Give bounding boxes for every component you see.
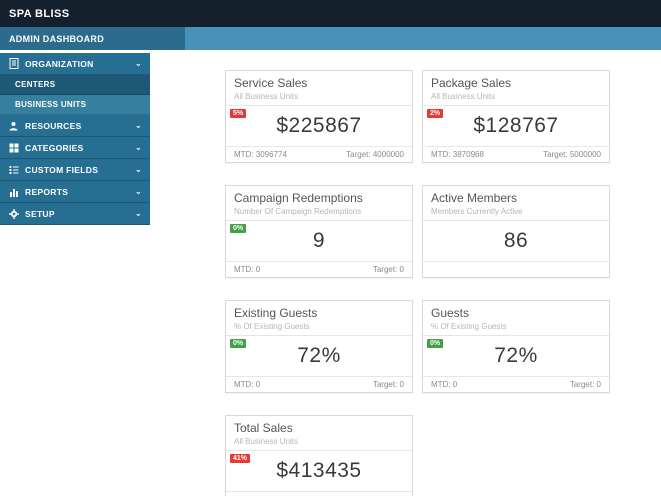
- trend-badge: 0%: [230, 339, 247, 348]
- kpi-card-campaign-redemptions: Campaign Redemptions Number Of Campaign …: [225, 185, 413, 278]
- card-value: 86: [503, 229, 529, 252]
- sidebar-item-label: REPORTS: [25, 186, 69, 197]
- kpi-card-package-sales: Package Sales All Business Units 2% $128…: [422, 70, 610, 163]
- card-value: $225867: [276, 114, 362, 137]
- card-mtd: MTD: 0: [234, 265, 261, 274]
- sidebar-nav: ORGANIZATION ⌄ CENTERS BUSINESS UNITS RE…: [0, 53, 150, 225]
- bar-chart-icon: [8, 186, 19, 197]
- list-icon: [8, 164, 19, 175]
- card-subtitle: All Business Units: [234, 92, 299, 101]
- sidebar-item-label: ORGANIZATION: [25, 58, 94, 69]
- grid-icon: [8, 142, 19, 153]
- trend-badge: 5%: [230, 109, 247, 118]
- card-title: Package Sales: [431, 76, 512, 90]
- card-subtitle: % Of Existing Guests: [431, 322, 507, 331]
- sidebar-item-setup[interactable]: SETUP ⌄: [0, 203, 150, 225]
- card-mtd: MTD: 0: [431, 380, 458, 389]
- card-subtitle: Number Of Campaign Redemptions: [234, 207, 362, 216]
- trend-badge: 2%: [427, 109, 444, 118]
- trend-badge: 0%: [230, 224, 247, 233]
- card-title: Total Sales: [234, 421, 293, 435]
- header-band-fill: [185, 27, 661, 50]
- card-title: Campaign Redemptions: [234, 191, 363, 205]
- chevron-down-icon: ⌄: [134, 165, 142, 174]
- sidebar-item-label: SETUP: [25, 208, 55, 219]
- sidebar-item-resources[interactable]: RESOURCES ⌄: [0, 115, 150, 137]
- gear-icon: [8, 208, 19, 219]
- card-subtitle: All Business Units: [431, 92, 496, 101]
- sidebar-subitem-centers[interactable]: CENTERS: [0, 75, 150, 95]
- kpi-card-guests: Guests % Of Existing Guests 0% 72% MTD: …: [422, 300, 610, 393]
- kpi-card-existing-guests: Existing Guests % Of Existing Guests 0% …: [225, 300, 413, 393]
- header-band: ADMIN DASHBOARD: [0, 27, 661, 50]
- sidebar-subitem-business-units[interactable]: BUSINESS UNITS: [0, 95, 150, 115]
- file-icon: [8, 58, 19, 69]
- sidebar-item-reports[interactable]: REPORTS ⌄: [0, 181, 150, 203]
- card-mtd: MTD: 3870968: [431, 150, 484, 159]
- card-value: $413435: [276, 459, 362, 482]
- card-title: Service Sales: [234, 76, 308, 90]
- kpi-card-active-members: Active Members Members Currently Active …: [422, 185, 610, 278]
- chevron-down-icon: ⌄: [134, 187, 142, 196]
- card-mtd: MTD: 0: [234, 380, 261, 389]
- top-app-bar: SPA BLISS: [0, 0, 661, 27]
- card-mtd: MTD: 3096774: [234, 150, 287, 159]
- sidebar-item-custom-fields[interactable]: CUSTOM FIELDS ⌄: [0, 159, 150, 181]
- chevron-down-icon: ⌄: [134, 209, 142, 218]
- kpi-card-total-sales: Total Sales All Business Units 41% $4134…: [225, 415, 413, 496]
- chevron-down-icon: ⌄: [134, 59, 142, 68]
- sidebar-item-organization[interactable]: ORGANIZATION ⌄: [0, 53, 150, 75]
- chevron-down-icon: ⌄: [134, 121, 142, 130]
- card-title: Guests: [431, 306, 470, 320]
- card-target: Target: 4000000: [346, 150, 404, 159]
- card-value: $128767: [473, 114, 559, 137]
- breadcrumb: ADMIN DASHBOARD: [0, 27, 185, 50]
- card-subtitle: All Business Units: [234, 437, 299, 446]
- app-title: SPA BLISS: [9, 7, 70, 20]
- card-target: Target: 0: [372, 265, 404, 274]
- kpi-card-grid: Service Sales All Business Units 5% $225…: [225, 50, 661, 496]
- card-title: Active Members: [431, 191, 518, 205]
- card-value: 72%: [494, 344, 538, 367]
- card-target: Target: 0: [569, 380, 601, 389]
- kpi-card-service-sales: Service Sales All Business Units 5% $225…: [225, 70, 413, 163]
- card-title: Existing Guests: [234, 306, 318, 320]
- card-target: Target: 0: [372, 380, 404, 389]
- card-subtitle: % Of Existing Guests: [234, 322, 310, 331]
- card-target: Target: 5000000: [543, 150, 601, 159]
- card-value: 9: [312, 229, 326, 252]
- sidebar-item-categories[interactable]: CATEGORIES ⌄: [0, 137, 150, 159]
- users-icon: [8, 120, 19, 131]
- card-subtitle: Members Currently Active: [431, 207, 523, 216]
- sidebar-item-label: CATEGORIES: [25, 142, 84, 153]
- trend-badge: 0%: [427, 339, 444, 348]
- page-body: ORGANIZATION ⌄ CENTERS BUSINESS UNITS RE…: [0, 50, 661, 496]
- card-value: 72%: [297, 344, 341, 367]
- chevron-down-icon: ⌄: [134, 143, 142, 152]
- trend-badge: 41%: [230, 454, 251, 463]
- sidebar-item-label: CUSTOM FIELDS: [25, 164, 99, 175]
- sidebar-item-label: RESOURCES: [25, 120, 82, 131]
